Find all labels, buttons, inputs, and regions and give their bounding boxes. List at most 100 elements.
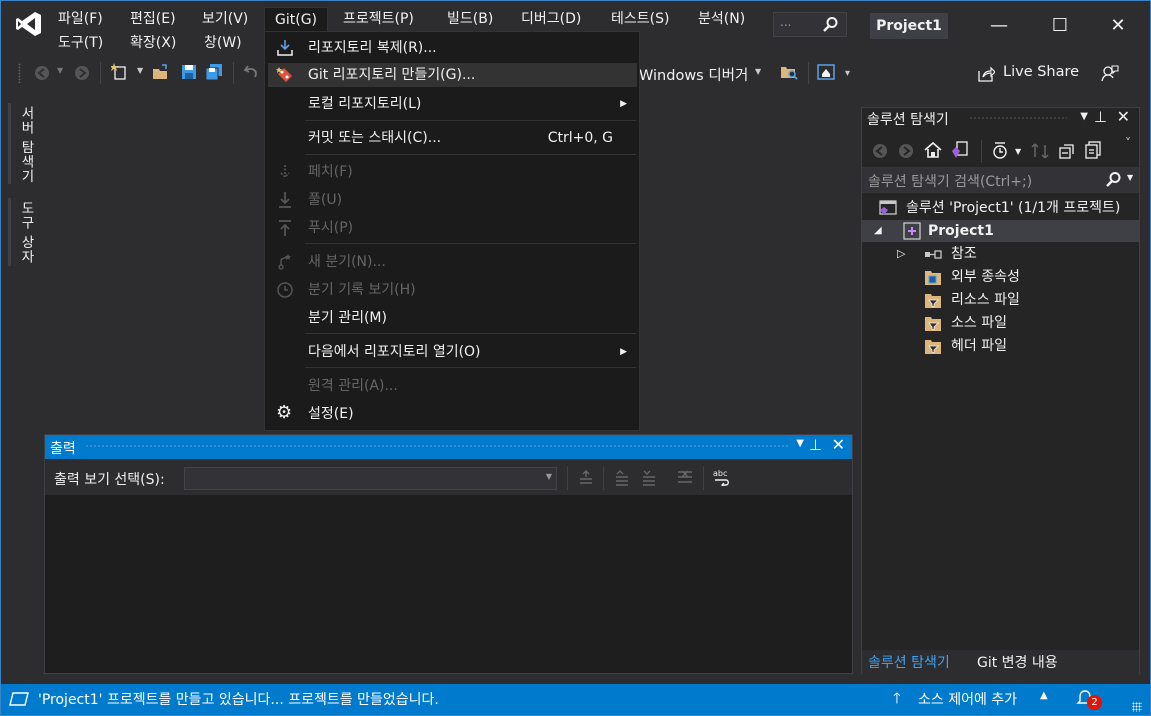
visual-studio-logo [16, 12, 41, 36]
menu-item-local-repositories[interactable]: 로컬 리포지토리(L) ▶ [265, 92, 639, 116]
menu-extensions[interactable]: 확장(X) [124, 32, 182, 54]
home-icon[interactable] [924, 141, 942, 159]
open-folder-icon[interactable] [152, 64, 170, 82]
debugger-label[interactable]: Windows 디버거 [639, 64, 748, 85]
tree-item-resource-files[interactable]: 리소스 파일 [862, 289, 1139, 311]
debugger-dropdown-icon[interactable]: ▼ [755, 67, 761, 76]
output-tools-separator-2 [603, 466, 604, 490]
menu-project[interactable]: 프로젝트(P) [337, 8, 420, 30]
tree-item-references[interactable]: ▷ 참조 [862, 243, 1139, 265]
previous-message-icon[interactable] [613, 469, 631, 487]
menu-debug[interactable]: 디버그(D) [515, 8, 587, 30]
new-dropdown-icon[interactable]: ▼ [137, 66, 143, 75]
menu-edit[interactable]: 편집(E) [124, 8, 182, 30]
se-toolbar-overflow-icon[interactable]: ˅ [1125, 136, 1131, 150]
feedback-icon[interactable] [1101, 64, 1119, 82]
menu-item-push[interactable]: 푸시(P) [265, 216, 639, 240]
save-icon[interactable] [180, 63, 198, 81]
output-close-icon[interactable]: ✕ [832, 435, 845, 454]
se-back-icon[interactable] [871, 142, 889, 160]
filter-dropdown-icon[interactable]: ▼ [1015, 147, 1021, 156]
up-arrow-icon: 🡑 [893, 689, 901, 707]
live-share-button[interactable]: Live Share [1003, 64, 1079, 80]
output-source-select[interactable]: ▼ [184, 467, 557, 490]
tree-label: 리소스 파일 [951, 292, 1020, 308]
se-options-icon[interactable]: ▼ [1080, 111, 1088, 122]
menu-item-open-repository-from[interactable]: 다음에서 리포지토리 열기(O) ▶ [265, 340, 639, 364]
go-to-message-icon[interactable] [577, 469, 595, 487]
tab-toolbox[interactable]: 도구 상자 [12, 201, 36, 264]
se-search-dropdown-icon[interactable]: ▼ [1127, 173, 1133, 182]
tree-item-header-files[interactable]: 헤더 파일 [862, 335, 1139, 357]
tab-server-explorer[interactable]: 서버 탐색기 [12, 106, 36, 184]
menu-item-new-branch[interactable]: 새 분기(N)... [265, 250, 639, 274]
browser-home-icon[interactable] [817, 63, 835, 81]
live-share-icon [978, 66, 995, 82]
tab-git-changes[interactable]: Git 변경 내용 [977, 652, 1058, 672]
menu-tools[interactable]: 도구(T) [52, 32, 109, 54]
minimize-button[interactable]: — [979, 10, 1019, 42]
menu-item-label: 풀(U) [308, 192, 343, 208]
pending-changes-filter-icon[interactable] [991, 142, 1009, 160]
back-dropdown-icon[interactable]: ▼ [57, 66, 63, 75]
menu-window[interactable]: 창(W) [198, 32, 248, 54]
find-in-files-icon[interactable] [780, 63, 798, 81]
se-forward-icon[interactable] [897, 142, 915, 160]
menu-item-manage-branches[interactable]: 분기 관리(M) [265, 306, 639, 330]
save-all-icon[interactable] [205, 63, 223, 81]
clear-all-icon[interactable] [676, 469, 694, 487]
search-input[interactable]: ... [773, 12, 847, 37]
maximize-button[interactable]: ☐ [1040, 10, 1080, 42]
history-icon [277, 282, 293, 298]
menu-test[interactable]: 테스트(S) [605, 8, 675, 30]
add-to-source-control-button[interactable]: 소스 제어에 추가 [918, 689, 1017, 709]
menu-item-label: 푸시(P) [308, 220, 354, 236]
show-all-files-icon[interactable] [1084, 141, 1102, 159]
solution-search-input[interactable]: 솔루션 탐색기 검색(Ctrl+;) ▼ [862, 167, 1139, 193]
menu-item-create-git-repository[interactable]: Git 리포지토리 만들기(G)... [268, 63, 637, 87]
output-options-icon[interactable]: ▼ [796, 438, 804, 449]
source-control-caret-icon[interactable]: ▲ [1040, 690, 1048, 701]
back-icon[interactable] [33, 64, 51, 82]
sync-icon[interactable] [1031, 142, 1049, 160]
menu-file[interactable]: 파일(F) [52, 8, 109, 30]
collapsed-arrow-icon[interactable]: ▷ [897, 243, 905, 265]
output-header-grip [85, 444, 790, 449]
tree-item-source-files[interactable]: 소스 파일 [862, 312, 1139, 334]
toolbar-separator-2 [233, 62, 234, 84]
menu-item-view-branch-history[interactable]: 분기 기록 보기(H) [265, 278, 639, 302]
se-pin-icon[interactable]: ⊥ [1094, 108, 1107, 126]
forward-icon[interactable] [73, 64, 91, 82]
pin-icon[interactable]: ⊥ [809, 436, 822, 454]
menu-item-commit-or-stash[interactable]: 커밋 또는 스태시(C)... Ctrl+0, G [265, 126, 639, 150]
menu-item-clone-repository[interactable]: 리포지토리 복제(R)... [265, 36, 639, 60]
menu-item-settings[interactable]: ⚙ 설정(E) [265, 402, 639, 426]
search-placeholder: ... [780, 15, 792, 29]
menu-separator [305, 367, 636, 368]
menu-build[interactable]: 빌드(B) [441, 8, 499, 30]
menu-git[interactable]: Git(G) [264, 7, 328, 32]
undo-icon[interactable] [243, 63, 261, 81]
tree-item-solution[interactable]: 솔루션 'Project1' (1/1개 프로젝트) [862, 197, 1139, 219]
close-button[interactable]: ✕ [1098, 10, 1138, 42]
resize-grip-icon[interactable] [1132, 702, 1142, 712]
menu-item-pull[interactable]: 풀(U) [265, 188, 639, 212]
menu-item-label: 분기 관리(M) [308, 310, 387, 326]
tree-item-project[interactable]: ◢ Project1 [862, 220, 1139, 242]
tab-solution-explorer[interactable]: 솔루션 탐색기 [868, 652, 950, 672]
menu-item-fetch[interactable]: 페치(F) [265, 160, 639, 184]
toolbar-separator-3 [808, 62, 809, 84]
expanded-arrow-icon[interactable]: ◢ [874, 220, 882, 242]
collapse-all-icon[interactable] [1058, 142, 1076, 160]
tree-item-external-deps[interactable]: 외부 종속성 [862, 266, 1139, 288]
menu-item-label: 커밋 또는 스태시(C)... [308, 130, 442, 146]
toolbar-overflow-icon[interactable]: ▾ [845, 68, 850, 79]
switch-views-icon[interactable] [951, 141, 969, 159]
se-close-icon[interactable]: ✕ [1117, 107, 1130, 126]
menu-view[interactable]: 보기(V) [196, 8, 254, 30]
menu-item-manage-remotes[interactable]: 원격 관리(A)... [265, 374, 639, 398]
next-message-icon[interactable] [640, 469, 658, 487]
menu-analyze[interactable]: 분석(N) [692, 8, 751, 30]
new-project-icon[interactable] [111, 62, 129, 80]
word-wrap-icon[interactable]: abc [713, 468, 731, 486]
